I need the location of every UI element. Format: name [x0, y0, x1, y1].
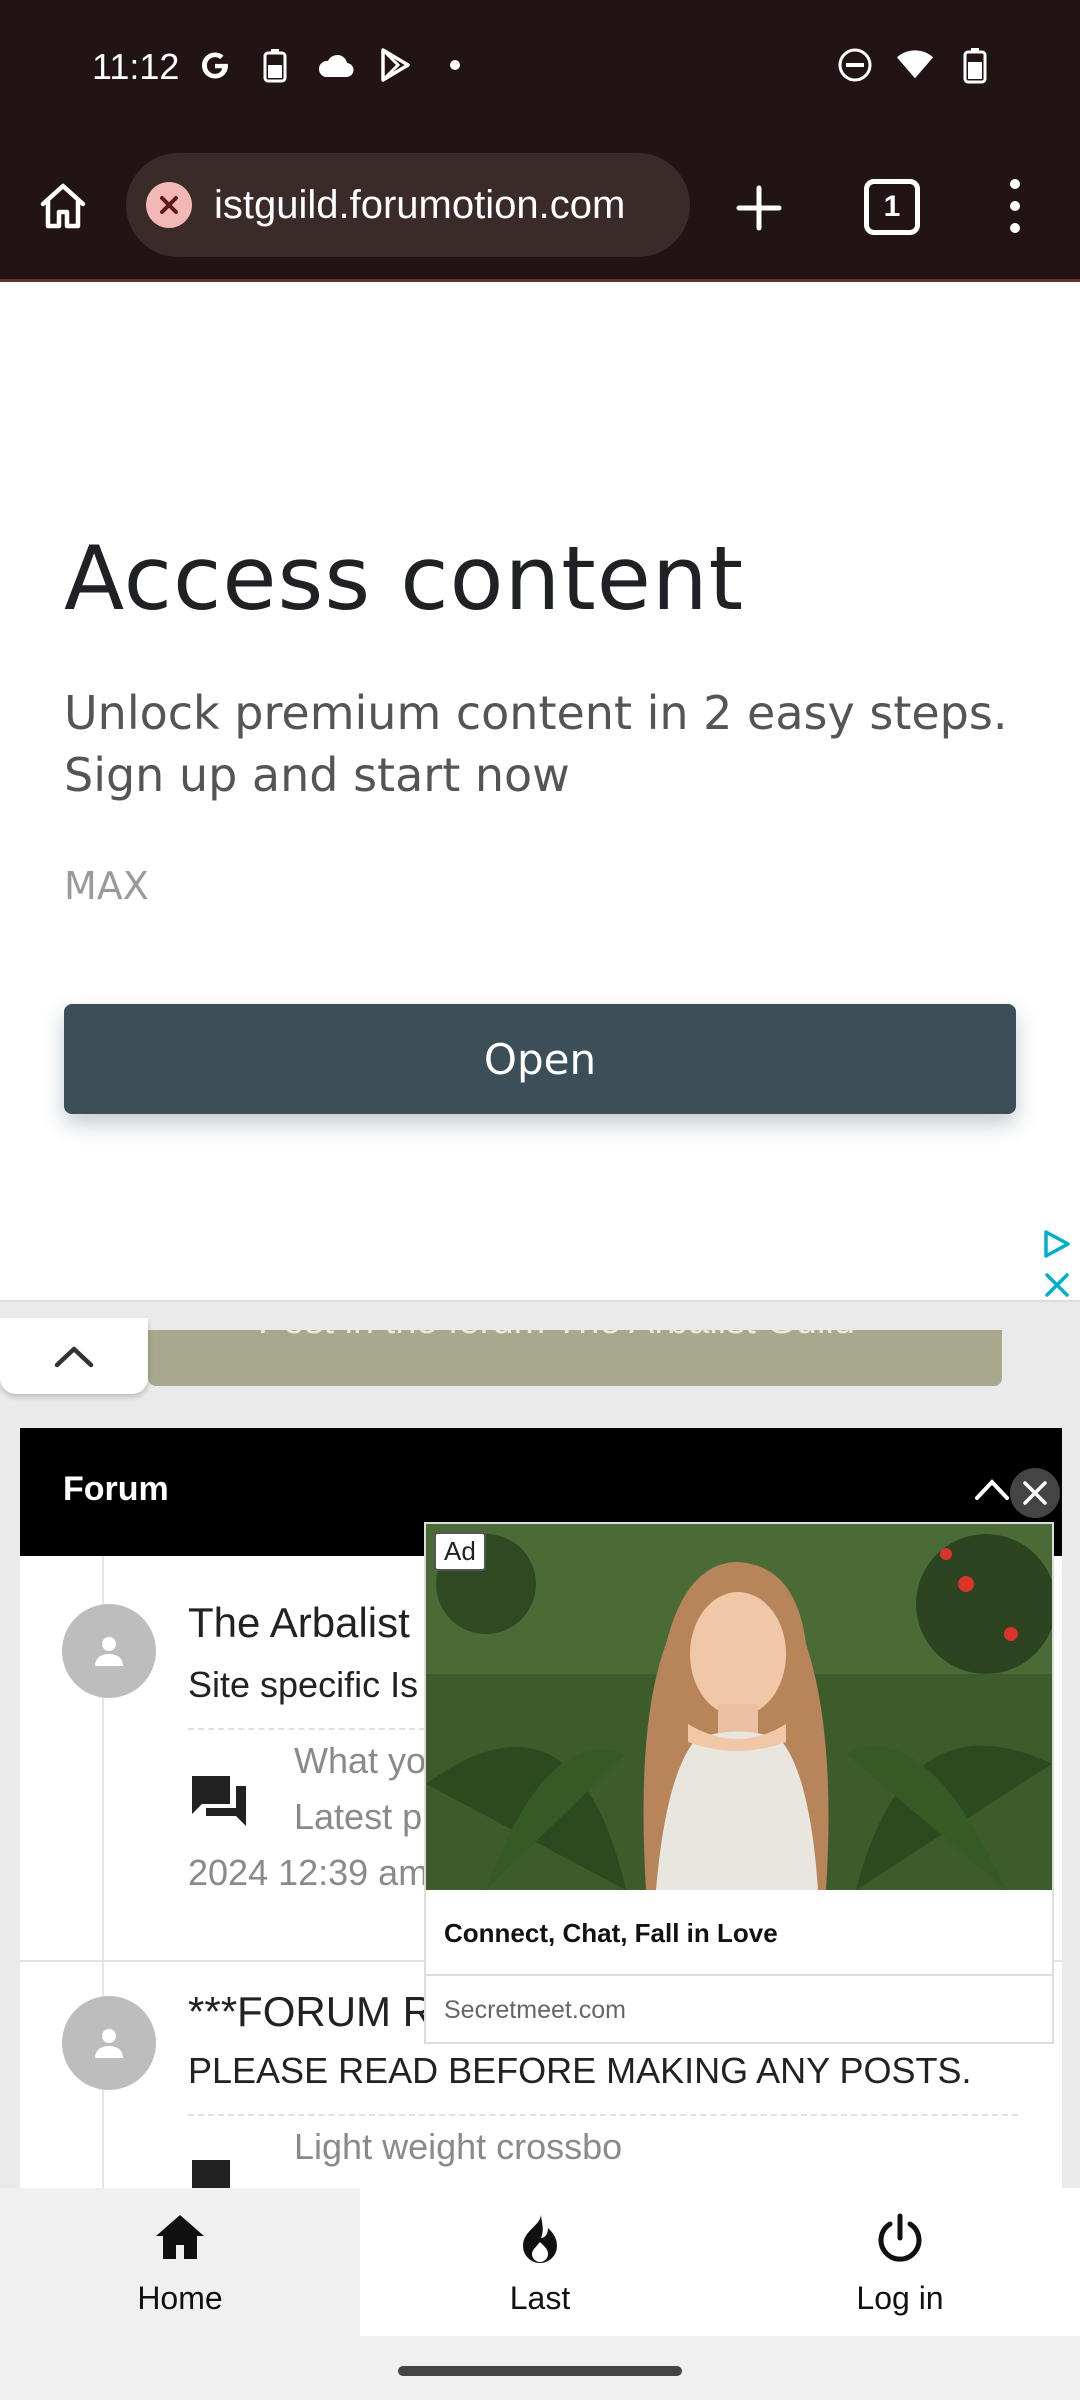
dot-icon	[436, 46, 474, 84]
chevron-up-icon	[54, 1346, 94, 1368]
ad-domain[interactable]: Secretmeet.com	[444, 1996, 626, 2025]
wifi-icon	[896, 46, 934, 84]
scroll-top-button[interactable]	[0, 1318, 148, 1394]
person-icon	[95, 2029, 123, 2058]
status-bar: 11:12	[0, 0, 1080, 135]
avatar	[62, 1604, 156, 1698]
home-button[interactable]	[30, 173, 96, 239]
person-icon	[95, 1637, 123, 1666]
ad-divider	[426, 1974, 1052, 1976]
forum-title[interactable]: The Arbalist	[188, 1599, 410, 1647]
ad-description: Unlock premium content in 2 easy steps. …	[64, 686, 1008, 802]
tab-switcher-button[interactable]: 1	[864, 179, 920, 235]
forum-description: PLEASE READ BEFORE MAKING ANY POSTS.	[188, 2050, 972, 2091]
close-icon	[1023, 1481, 1047, 1505]
status-time: 11:12	[92, 46, 180, 87]
collapse-forum-icon[interactable]	[972, 1468, 1012, 1513]
post-banner-text: Post in the forum The Arbalist Guild	[258, 1330, 855, 1343]
forum-header-title: Forum	[63, 1470, 169, 1508]
url-field[interactable]: istguild.forumotion.com	[126, 153, 690, 257]
status-left-icons	[196, 46, 474, 84]
forum-description: Site specific Is	[188, 1664, 419, 1705]
nav-last[interactable]: Last	[360, 2188, 720, 2336]
battery-saver-icon	[256, 46, 294, 84]
power-icon	[874, 2212, 926, 2269]
browser-toolbar: istguild.forumotion.com 1	[0, 135, 1080, 281]
more-menu-button[interactable]	[990, 173, 1040, 239]
do-not-disturb-icon	[836, 46, 874, 84]
chat-icon	[190, 1774, 248, 1835]
last-post-line1[interactable]: What yo	[294, 1740, 426, 1782]
home-icon	[153, 2212, 207, 2267]
ad-close-icon[interactable]	[1042, 1270, 1072, 1305]
plus-icon	[736, 185, 782, 231]
gesture-handle[interactable]	[398, 2366, 682, 2376]
google-icon	[196, 46, 234, 84]
ad-title: Access content	[64, 527, 745, 630]
floating-ad[interactable]: Ad Connect, Chat, Fall in Love Secretmee…	[424, 1522, 1054, 2044]
site-error-icon[interactable]	[146, 182, 192, 228]
divider	[188, 2114, 1018, 2116]
status-right-icons	[836, 46, 994, 84]
nav-home[interactable]: Home	[0, 2188, 360, 2336]
ad-badge: Ad	[434, 1532, 486, 1571]
post-banner[interactable]: Post in the forum The Arbalist Guild	[148, 1330, 1002, 1386]
nav-label: Last	[509, 2280, 571, 2316]
home-outline-icon	[40, 183, 86, 229]
nav-label: Home	[137, 2280, 223, 2316]
ad-brand: MAX	[64, 864, 149, 908]
nav-log-in[interactable]: Log in	[720, 2188, 1080, 2336]
new-tab-button[interactable]	[726, 175, 792, 241]
avatar	[62, 1996, 156, 2090]
url-text[interactable]: istguild.forumotion.com	[214, 183, 625, 228]
ad-open-button[interactable]: Open	[64, 1004, 1016, 1114]
last-post-line2: Latest p	[294, 1796, 423, 1837]
battery-icon	[956, 46, 994, 84]
gesture-area	[0, 2336, 1080, 2400]
flame-icon	[517, 2212, 563, 2271]
last-post-date: 2024 12:39 am	[188, 1852, 429, 1893]
ad-headline[interactable]: Connect, Chat, Fall in Love	[444, 1918, 778, 1949]
adchoices-icon[interactable]	[1040, 1228, 1074, 1265]
ad-image[interactable]: Ad	[426, 1524, 1052, 1890]
interstitial-ad[interactable]: Access content Unlock premium content in…	[0, 282, 1080, 1302]
last-post-line1[interactable]: Light weight crossbo	[294, 2126, 622, 2168]
floating-ad-close-button[interactable]	[1010, 1468, 1060, 1518]
cloud-icon	[316, 46, 354, 84]
bottom-nav: Home Last Log in	[0, 2188, 1080, 2336]
nav-label: Log in	[856, 2280, 944, 2316]
play-store-icon	[376, 46, 414, 84]
